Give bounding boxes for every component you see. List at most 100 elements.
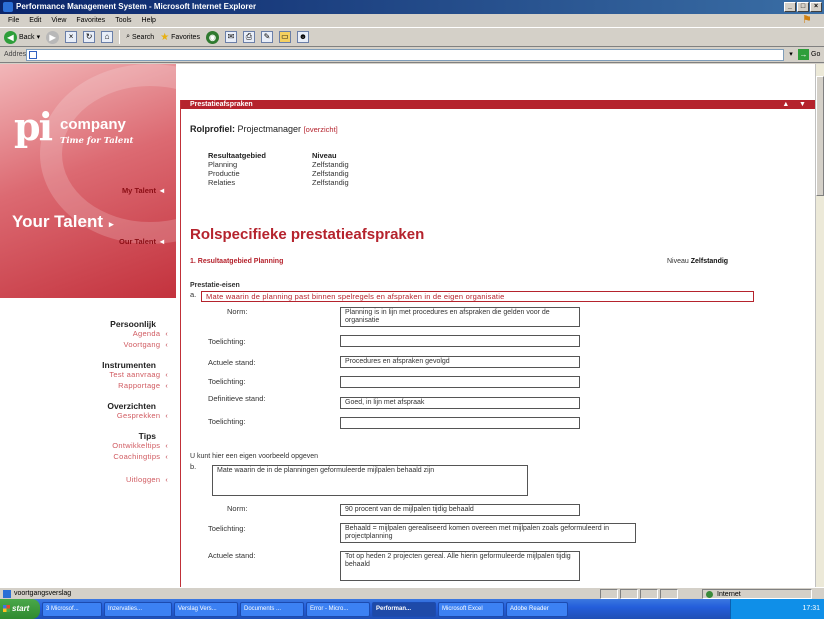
item-b-eis-field[interactable]: Mate waarin de in de planningen geformul… [212,465,528,496]
actuele-stand-field[interactable]: Tot op heden 2 projecten gereal. Alle hi… [340,551,580,581]
stop-icon[interactable]: × [65,31,78,43]
address-dropdown-icon[interactable]: ▾ [786,50,796,60]
sidebar-heading-persoonlijk: Persoonlijk [110,319,156,329]
taskbar-item[interactable]: Documents ... [240,601,304,617]
toelichting-field[interactable] [340,335,580,347]
logout-label: Uitloggen [125,475,161,484]
windows-flag-icon: ⚑ [802,14,812,26]
table-cell: Planning [208,160,238,169]
close-button[interactable]: × [810,2,822,12]
item-b-index: b. [190,462,197,471]
niveau-value: Zelfstandig [690,258,729,265]
scrollbar-thumb[interactable] [816,76,824,196]
start-button[interactable]: start [0,599,40,619]
overzicht-link[interactable]: [overzicht] [304,125,338,134]
rolprofiel-label: Rolprofiel: [190,124,235,134]
your-talent-button[interactable]: Your Talent ▸ [12,212,114,232]
eigen-voorbeeld-label: U kunt hier een eigen voorbeeld opgeven [190,453,319,460]
toelichting-field[interactable] [340,376,580,388]
media-icon[interactable]: ◉ [205,30,219,44]
logo-pi: pi [14,104,53,149]
sidebar-item-test-aanvraag[interactable]: Test aanvraag ‹ [0,370,168,381]
mail-icon[interactable]: ✉ [224,31,237,43]
taskbar-item[interactable]: Verslag Vers... [174,601,238,617]
actuele-stand-field[interactable]: Procedures en afspraken gevolgd [340,356,580,368]
your-talent-label: Your Talent [12,212,103,231]
taskbar-item[interactable]: 3 Microsof... [42,601,102,617]
table-cell: Relaties [208,178,236,187]
menu-view[interactable]: View [51,14,66,27]
arrow-left-icon: ‹ [165,383,168,390]
refresh-icon[interactable]: ↻ [83,31,96,43]
sidebar-item-coachingtips[interactable]: Coachingtips ‹ [0,452,168,463]
taskbar-item-active[interactable]: Performan... [372,601,436,617]
menu-file[interactable]: File [8,14,19,27]
arrow-left-icon: ‹ [165,454,168,461]
logout-link[interactable]: Uitloggen ‹ [0,475,168,486]
ie-icon [3,2,13,12]
vertical-scrollbar[interactable] [815,64,824,587]
arrow-left-icon: ‹ [165,372,168,379]
sidebar-item-agenda[interactable]: Agenda ‹ [0,329,168,340]
sidebar-item-ontwikkeltips[interactable]: Ontwikkeltips ‹ [0,441,168,452]
panel-collapse-icons[interactable]: ▲ ▼ [782,100,806,109]
table-row: Planning Zelfstandig [208,160,349,169]
taskbar-item[interactable]: Adobe Reader [506,601,568,617]
table-cell: Zelfstandig [312,169,349,178]
back-button[interactable]: ◀ Back ▾ [4,30,41,44]
norm-label: Norm: [227,504,248,513]
maximize-button[interactable]: □ [797,2,809,12]
my-talent-button[interactable]: My Talent ◂ [122,186,164,195]
forward-arrow-icon: ▶ [46,30,60,44]
sidebar-item-rapportage[interactable]: Rapportage ‹ [0,381,168,392]
our-talent-button[interactable]: Our Talent ◂ [119,237,164,246]
taskbar: start 3 Microsof... Inzervaties... Versl… [0,599,824,619]
taskbar-item[interactable]: Microsoft Excel [438,601,504,617]
menu-favorites[interactable]: Favorites [76,14,105,27]
table-cell: Zelfstandig [312,160,349,169]
arrow-left-icon: ◂ [159,237,164,246]
sidebar-item-gesprekken[interactable]: Gesprekken ‹ [0,411,168,422]
page-viewport: pi company Time for Talent My Talent ◂ Yo… [0,64,815,587]
page-title: Rolspecifieke prestatieafspraken [190,226,425,243]
definitieve-stand-field[interactable]: Goed, in lijn met afspraak [340,397,580,409]
address-input[interactable] [26,49,784,61]
favorites-button[interactable]: ★ Favorites [160,32,200,43]
edit-icon[interactable]: ✎ [260,31,273,43]
home-icon[interactable]: ⌂ [101,31,114,43]
messenger-icon[interactable]: ☻ [296,31,309,43]
sidebar-item-label: Test aanvraag [109,370,161,379]
table-header: Resultaatgebied Niveau [208,151,349,160]
minimize-button[interactable]: _ [784,2,796,12]
menu-edit[interactable]: Edit [29,14,41,27]
go-button[interactable]: → Go [798,49,820,60]
niveau-indicator: Niveau Zelfstandig [667,258,728,265]
menu-help[interactable]: Help [142,14,156,27]
sidebar-item-label: Gesprekken [116,411,161,420]
title-bar: Performance Management System - Microsof… [0,0,824,14]
folder-icon[interactable]: ▭ [278,31,291,43]
arrow-left-icon: ‹ [165,342,168,349]
rolprofiel-value: Projectmanager [237,124,302,134]
toelichting-field[interactable]: Behaald = mijlpalen gerealiseerd komen o… [340,523,636,543]
menu-tools[interactable]: Tools [115,14,131,27]
norm-field[interactable]: 90 procent van de mijlpalen tijdig behaa… [340,504,580,516]
norm-field[interactable]: Planning is in lijn met procedures en af… [340,307,580,327]
go-arrow-icon: → [798,49,809,60]
panel-header: Prestatieafspraken ▲ ▼ [181,100,815,109]
sidebar-item-voortgang[interactable]: Voortgang ‹ [0,340,168,351]
search-button[interactable]: ⌕ Search [126,33,154,41]
taskbar-item[interactable]: Inzervaties... [104,601,172,617]
table-row: Relaties Zelfstandig [208,178,349,187]
toelichting-field[interactable] [340,417,580,429]
actuele-stand-label: Actuele stand: [208,358,256,367]
forward-button[interactable]: ▶ [46,30,60,44]
taskbar-item[interactable]: Error - Micro... [306,601,370,617]
sidebar-menu: Persoonlijk Agenda ‹ Voortgang ‹ Instrumen… [0,310,168,486]
sidebar-item-label: Coachingtips [113,452,161,461]
page-icon [3,590,11,598]
system-tray: 17:31 [730,599,824,619]
chevron-down-icon: ▾ [36,34,41,41]
print-icon[interactable]: ⎙ [242,31,255,43]
window-title: Performance Management System - Microsof… [16,2,257,11]
